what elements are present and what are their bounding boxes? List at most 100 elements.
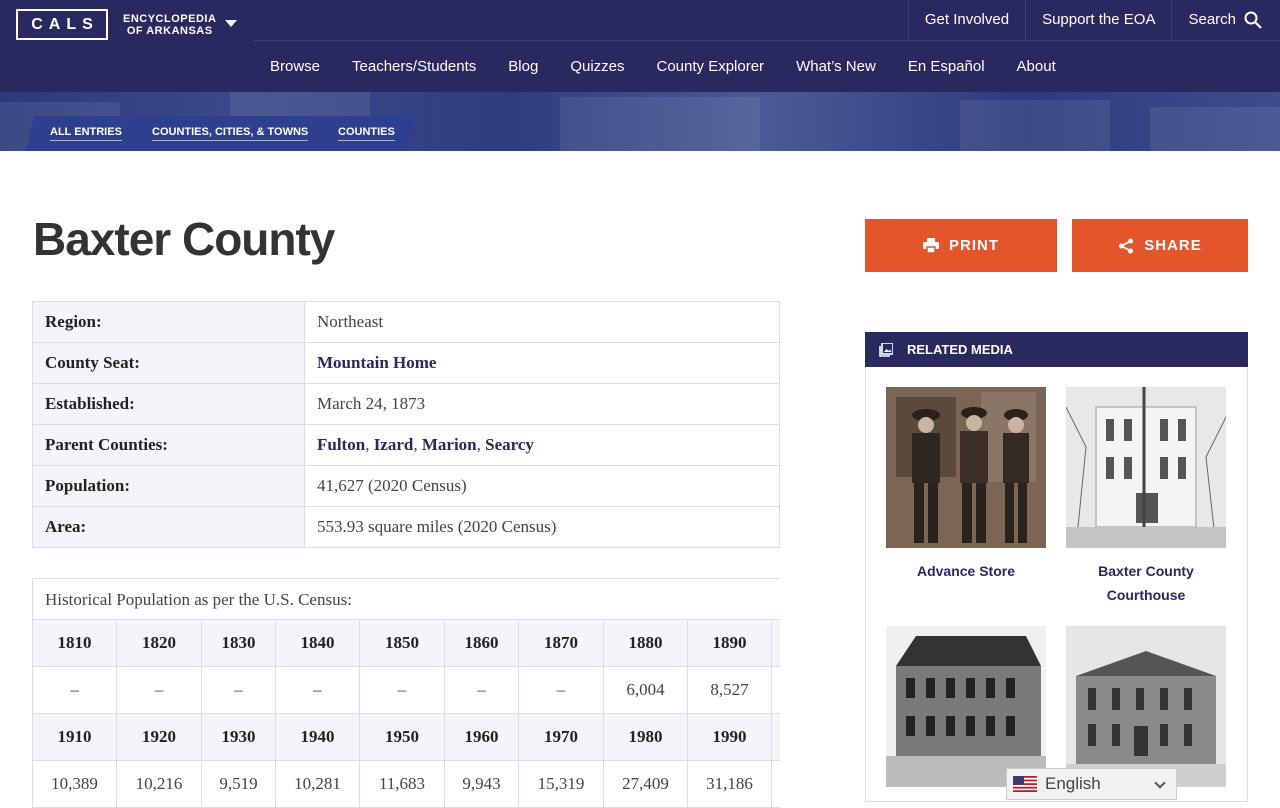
- nav-blog[interactable]: Blog: [492, 58, 554, 75]
- census-value-cell: 8,527: [688, 667, 772, 714]
- main-nav: Browse Teachers/Students Blog Quizzes Co…: [254, 41, 1072, 91]
- table-row: County Seat: Mountain Home: [32, 342, 780, 384]
- nav-whats-new[interactable]: What’s New: [780, 58, 892, 75]
- census-value-cell: 15,319: [519, 761, 604, 808]
- table-cell-overflow: [772, 620, 780, 667]
- census-value-cell: 6,004: [604, 667, 688, 714]
- nav-browse[interactable]: Browse: [254, 58, 336, 75]
- print-button[interactable]: PRINT: [865, 219, 1057, 272]
- print-label: PRINT: [949, 237, 999, 254]
- site-name-line1: ENCYCLOPEDIA: [123, 13, 217, 25]
- photo-image: [1066, 626, 1226, 787]
- search-icon: [1244, 11, 1262, 29]
- breadcrumb: ALL ENTRIES COUNTIES, CITIES, & TOWNS CO…: [26, 116, 415, 151]
- census-value-cell: 31,186: [688, 761, 772, 808]
- parent-counties-label: Parent Counties:: [32, 424, 305, 466]
- census-year-row: 1810 1820 1830 1840 1850 1860 1870 1880 1890: [33, 620, 780, 667]
- media-thumbnail-courthouse[interactable]: [1066, 387, 1226, 548]
- parent-county-link[interactable]: Searcy: [485, 435, 534, 454]
- county-seat-link[interactable]: Mountain Home: [317, 353, 436, 372]
- table-cell-overflow: [772, 714, 780, 761]
- table-row: Established: March 24, 1873: [32, 383, 780, 425]
- census-value-cell: 9,519: [202, 761, 276, 808]
- census-value-cell: 9,943: [445, 761, 519, 808]
- related-media-heading: RELATED MEDIA: [907, 342, 1013, 357]
- share-button[interactable]: SHARE: [1072, 219, 1248, 272]
- census-value-cell: –: [445, 667, 519, 714]
- related-media-header: RELATED MEDIA: [865, 332, 1248, 367]
- chevron-down-icon[interactable]: [225, 20, 237, 27]
- census-value-row: 10,389 10,216 9,519 10,281 11,683 9,943 15,319…: [33, 761, 780, 808]
- census-value-row: – – – – – – –6,004 8,527: [33, 667, 780, 714]
- nav-teachers-students[interactable]: Teachers/Students: [336, 58, 492, 75]
- nav-about[interactable]: About: [1001, 58, 1072, 75]
- support-link[interactable]: Support the EOA: [1025, 0, 1171, 40]
- us-flag-icon: [1013, 776, 1037, 792]
- census-value-cell: 10,389: [33, 761, 117, 808]
- image-gallery-icon: [879, 342, 893, 357]
- photo-image: [886, 387, 1046, 548]
- census-year-cell: 1970: [519, 714, 604, 761]
- census-year-cell: 1930: [202, 714, 276, 761]
- share-label: SHARE: [1144, 237, 1202, 254]
- census-year-cell: 1840: [276, 620, 360, 667]
- census-value-cell: 10,281: [276, 761, 360, 808]
- parent-county-link[interactable]: Marion: [422, 435, 477, 454]
- page-title: Baxter County: [33, 213, 335, 265]
- share-icon: [1119, 238, 1134, 253]
- media-thumbnail-advance-store[interactable]: [886, 387, 1046, 548]
- region-value: Northeast: [304, 301, 780, 343]
- table-cell-overflow: [772, 667, 780, 714]
- site-header: CALS ENCYCLOPEDIA OF ARKANSAS Get Involv…: [0, 0, 1280, 92]
- county-seat-label: County Seat:: [32, 342, 305, 384]
- table-row: Population: 41,627 (2020 Census): [32, 465, 780, 507]
- nav-county-explorer[interactable]: County Explorer: [641, 58, 781, 75]
- media-caption-courthouse[interactable]: Baxter County Courthouse: [1066, 559, 1226, 607]
- table-row: Area: 553.93 square miles (2020 Census): [32, 506, 780, 548]
- county-facts-table: Region: Northeast County Seat: Mountain …: [32, 301, 780, 548]
- nav-quizzes[interactable]: Quizzes: [554, 58, 640, 75]
- historical-population-rows: 1810 1820 1830 1840 1850 1860 1870 1880 1890– – – –…: [33, 620, 780, 808]
- historical-population-table: Historical Population as per the U.S. Ce…: [32, 578, 780, 808]
- established-label: Established:: [32, 383, 305, 425]
- historical-population-caption: Historical Population as per the U.S. Ce…: [33, 579, 780, 620]
- site-name[interactable]: ENCYCLOPEDIA OF ARKANSAS: [123, 13, 216, 37]
- breadcrumb-counties[interactable]: COUNTIES: [314, 116, 415, 151]
- language-selected: English: [1045, 774, 1101, 793]
- census-value-cell: –: [202, 667, 276, 714]
- table-row: Parent Counties: Fulton, Izard, Marion, …: [32, 424, 780, 466]
- printer-icon: [923, 238, 939, 253]
- utility-nav: Get Involved Support the EOA Search: [907, 0, 1280, 40]
- media-thumbnail-brick-building[interactable]: [886, 626, 1046, 787]
- site-name-line2: OF ARKANSAS: [126, 25, 213, 37]
- table-cell-overflow: [772, 761, 780, 808]
- search-button[interactable]: Search: [1171, 0, 1280, 40]
- area-value: 553.93 square miles (2020 Census): [304, 506, 780, 548]
- census-year-cell: 1940: [276, 714, 360, 761]
- census-year-cell: 1880: [604, 620, 688, 667]
- media-caption-advance-store[interactable]: Advance Store: [886, 559, 1046, 583]
- census-value-cell: –: [360, 667, 445, 714]
- chevron-down-icon: [1154, 777, 1166, 789]
- media-thumbnail-old-courthouse[interactable]: [1066, 626, 1226, 787]
- nav-en-espanol[interactable]: En Español: [892, 58, 1001, 75]
- breadcrumb-all-entries[interactable]: ALL ENTRIES: [26, 116, 142, 151]
- census-year-cell: 1920: [117, 714, 202, 761]
- census-value-cell: 10,216: [117, 761, 202, 808]
- language-selector[interactable]: English: [1006, 768, 1177, 800]
- census-year-cell: 1810: [33, 620, 117, 667]
- census-year-cell: 1990: [688, 714, 772, 761]
- population-value: 41,627 (2020 Census): [304, 465, 780, 507]
- parent-county-link[interactable]: Fulton: [317, 435, 365, 454]
- cals-logo[interactable]: CALS: [16, 9, 108, 40]
- get-involved-link[interactable]: Get Involved: [907, 0, 1025, 40]
- breadcrumb-counties-cities-towns[interactable]: COUNTIES, CITIES, & TOWNS: [128, 116, 328, 151]
- census-value-cell: –: [519, 667, 604, 714]
- region-label: Region:: [32, 301, 305, 343]
- census-year-cell: 1870: [519, 620, 604, 667]
- census-value-cell: –: [117, 667, 202, 714]
- parent-county-link[interactable]: Izard: [374, 435, 414, 454]
- census-year-cell: 1950: [360, 714, 445, 761]
- population-label: Population:: [32, 465, 305, 507]
- census-year-cell: 1960: [445, 714, 519, 761]
